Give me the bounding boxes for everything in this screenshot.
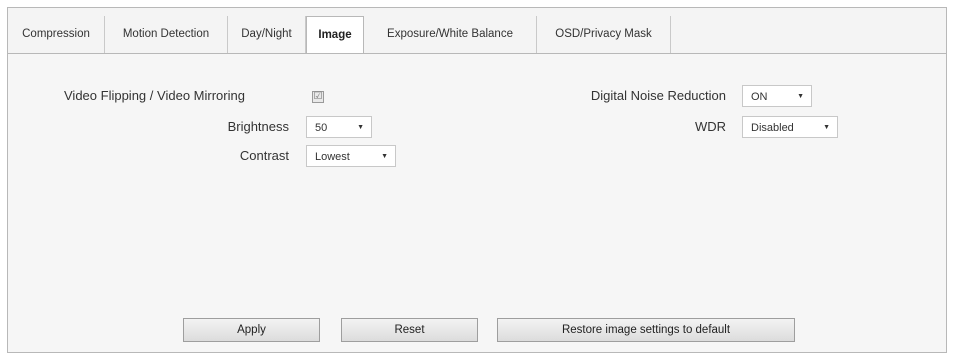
tab-motion-detection[interactable]: Motion Detection	[105, 16, 228, 53]
separator: /	[149, 88, 154, 103]
image-settings-panel: Video Flipping / Video Mirroring ☑ Brigh…	[8, 54, 946, 352]
brightness-select[interactable]: 50 ▼	[306, 116, 372, 138]
chevron-down-icon: ▼	[797, 93, 804, 100]
brightness-label: Brightness	[227, 119, 289, 134]
tab-compression[interactable]: Compression	[8, 16, 105, 53]
flip-mirror-checkbox[interactable]: ☑	[312, 91, 324, 103]
digital-noise-reduction-label: Digital Noise Reduction	[590, 88, 726, 103]
tab-bar: Compression Motion Detection Day/Night I…	[8, 8, 946, 55]
wdr-select[interactable]: Disabled ▼	[742, 116, 838, 138]
tab-exposure-white-balance[interactable]: Exposure/White Balance	[364, 16, 537, 53]
apply-button[interactable]: Apply	[183, 318, 320, 342]
dnr-select[interactable]: ON ▼	[742, 85, 812, 107]
contrast-select[interactable]: Lowest ▼	[306, 145, 396, 167]
tab-day-night[interactable]: Day/Night	[228, 16, 306, 53]
chevron-down-icon: ▼	[357, 124, 364, 131]
wdr-value: Disabled	[751, 122, 794, 134]
chevron-down-icon: ▼	[381, 153, 388, 160]
flip-mirror-label: Video Flipping / Video Mirroring	[64, 88, 245, 103]
wdr-label: WDR	[694, 119, 726, 134]
settings-window: Compression Motion Detection Day/Night I…	[7, 7, 947, 353]
contrast-value: Lowest	[315, 151, 350, 163]
reset-button[interactable]: Reset	[341, 318, 478, 342]
tab-image[interactable]: Image	[306, 16, 364, 55]
video-flipping-label: Video Flipping	[64, 88, 147, 103]
chevron-down-icon: ▼	[823, 124, 830, 131]
tab-osd-privacy-mask[interactable]: OSD/Privacy Mask	[537, 16, 671, 53]
contrast-label: Contrast	[239, 148, 289, 163]
video-mirroring-label: Video Mirroring	[157, 88, 245, 103]
brightness-value: 50	[315, 122, 328, 134]
restore-defaults-button[interactable]: Restore image settings to default	[497, 318, 795, 342]
dnr-value: ON	[751, 91, 768, 103]
